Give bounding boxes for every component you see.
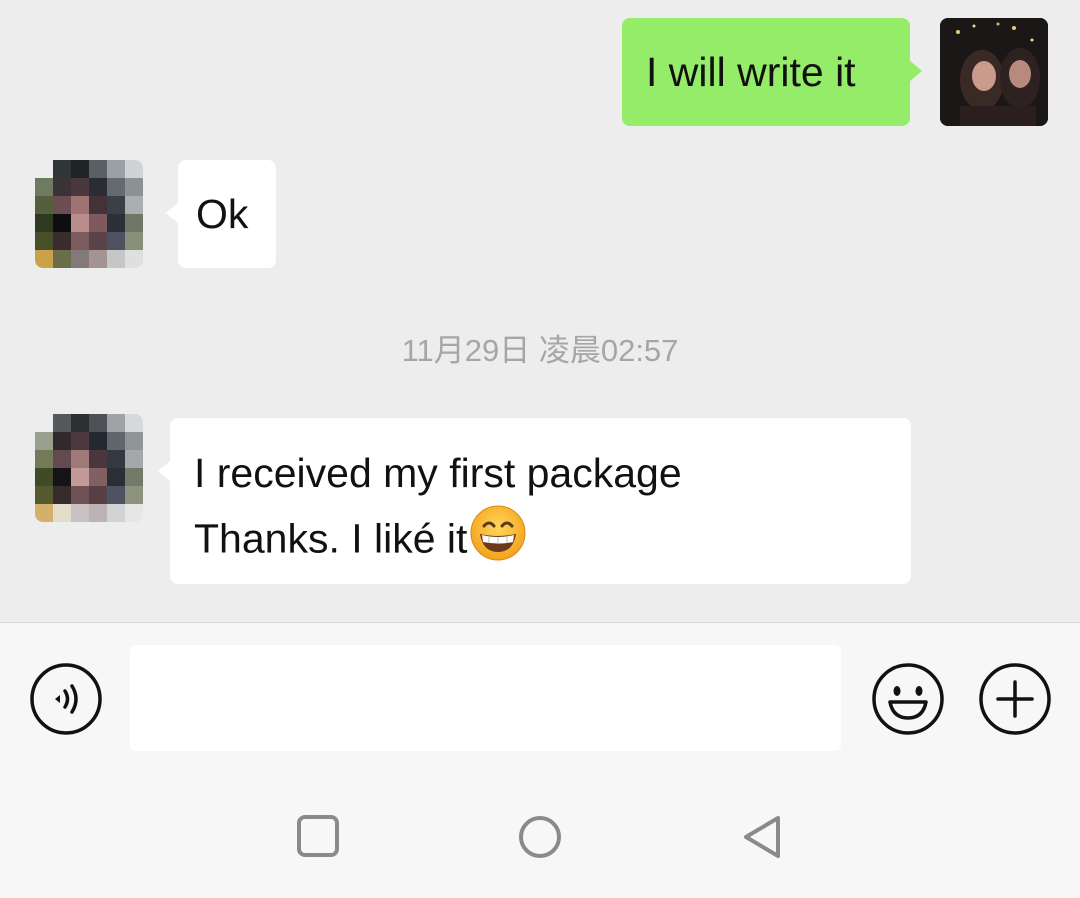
emoji-button[interactable]: [871, 662, 945, 741]
my-avatar[interactable]: [940, 18, 1048, 126]
chat-area[interactable]: I will write it Ok 11月29日 凌晨02:57 I rece…: [0, 0, 1080, 622]
message-input[interactable]: [130, 645, 841, 751]
plus-icon: [979, 663, 1051, 735]
triangle-back-icon: [744, 816, 780, 858]
voice-icon: [30, 663, 102, 735]
message-bubble-received[interactable]: I received my first package Thanks. I li…: [158, 418, 911, 584]
message-timestamp: 11月29日 凌晨02:57: [401, 333, 679, 368]
home-button[interactable]: [517, 814, 563, 865]
emoji-icon: [872, 663, 944, 735]
square-icon: [297, 815, 339, 857]
recent-apps-button[interactable]: [296, 814, 340, 863]
message-line-with-emoji: Thanks. I liké it: [194, 504, 911, 566]
voice-input-button[interactable]: [29, 662, 103, 741]
message-line: I received my first package: [194, 450, 682, 496]
contact-avatar[interactable]: [35, 414, 143, 522]
contact-avatar[interactable]: [35, 160, 143, 268]
message-line-text: Thanks. I liké it: [194, 515, 468, 562]
message-bubble-sent[interactable]: I will write it: [622, 18, 922, 126]
back-button[interactable]: [740, 814, 784, 865]
avatar-photo: [940, 18, 1048, 126]
more-options-button[interactable]: [978, 662, 1052, 741]
message-bubble-received[interactable]: Ok: [166, 160, 276, 268]
message-text: Ok: [196, 191, 249, 237]
grinning-face-icon: [469, 504, 527, 579]
circle-icon: [519, 816, 561, 858]
message-text: I will write it: [646, 49, 856, 95]
